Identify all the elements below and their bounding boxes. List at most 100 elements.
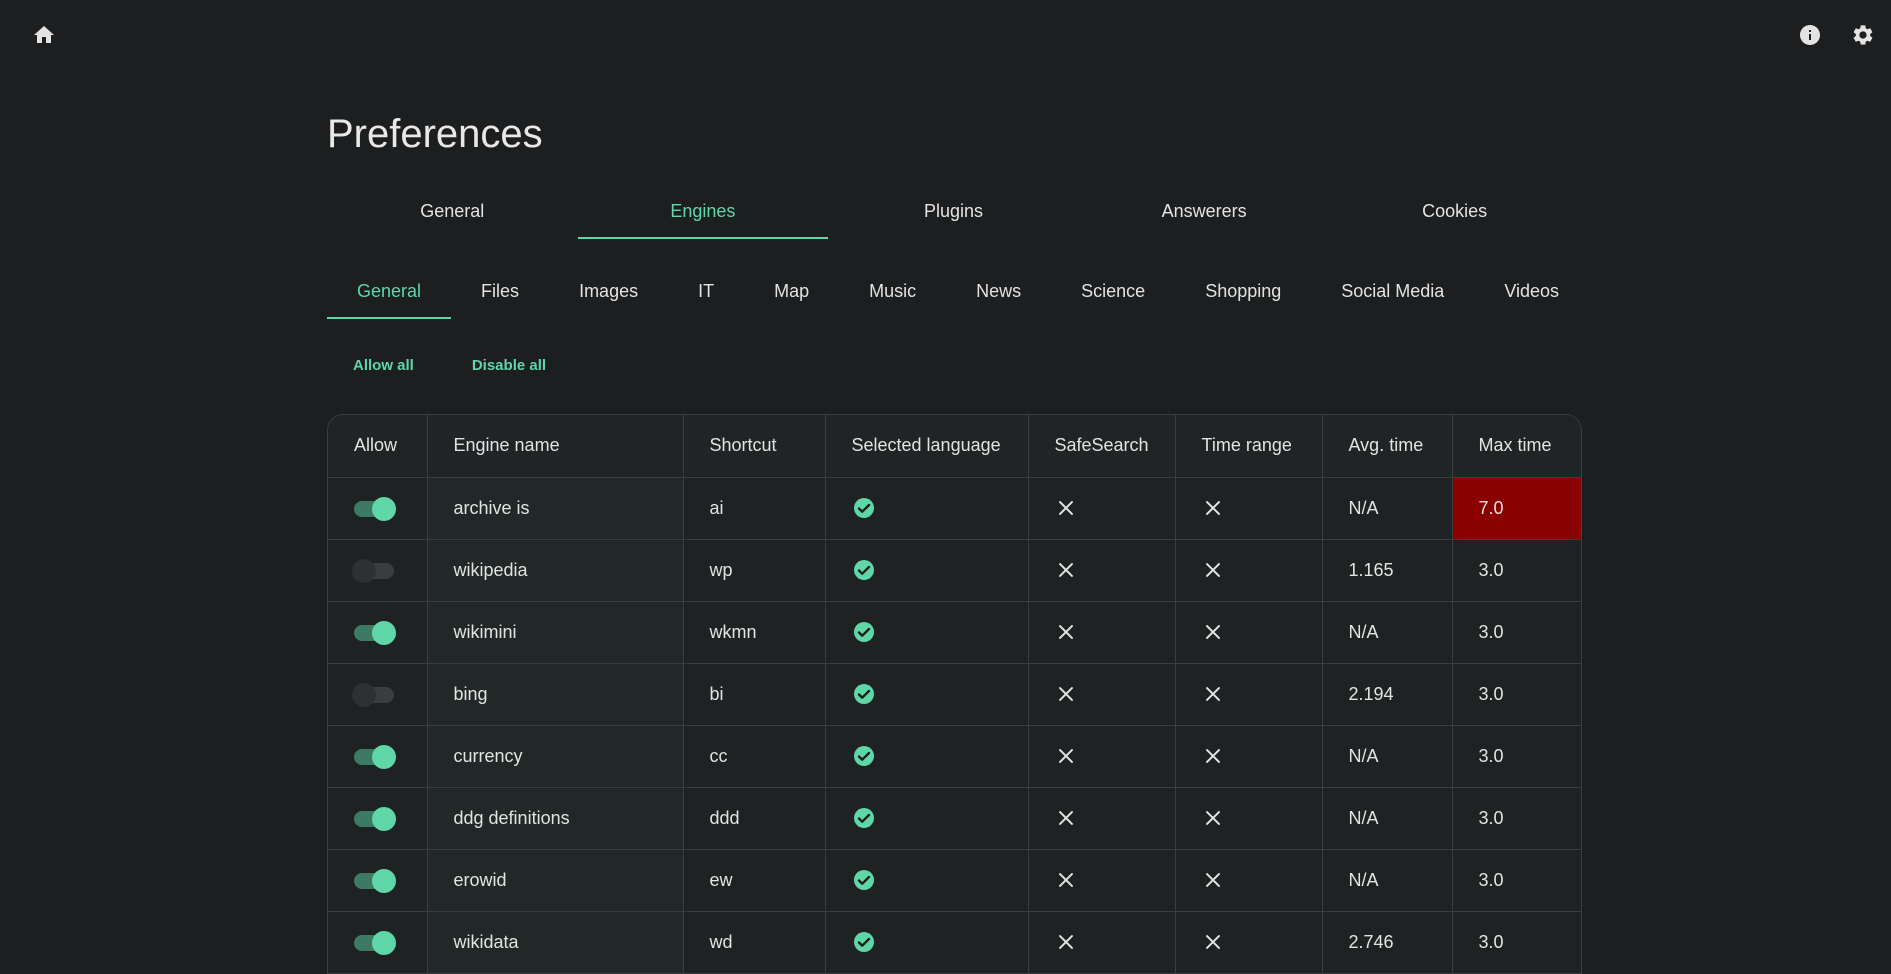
engine-toggle[interactable] (354, 496, 396, 521)
disable-all-button[interactable]: Disable all (446, 350, 572, 382)
cross-icon (1055, 683, 1077, 703)
time-range-cell (1175, 725, 1323, 788)
cross-icon (1055, 869, 1077, 889)
check-circle-icon (852, 745, 876, 766)
category-tab-general[interactable]: General (327, 265, 452, 319)
gear-icon[interactable] (1843, 15, 1883, 55)
category-tab-files[interactable]: Files (451, 265, 549, 319)
max-time: 3.0 (1452, 849, 1581, 912)
safesearch-cell (1028, 787, 1176, 850)
column-header-avg-time: Avg. time (1322, 415, 1453, 478)
main-tabs: General Engines Plugins Answerers Cookies (327, 185, 1580, 239)
time-range-cell (1175, 849, 1323, 912)
table-row: wikidata wd 2.746 3.0 (328, 911, 1581, 974)
column-header-safesearch: SafeSearch (1028, 415, 1176, 478)
avg-time: 1.165 (1322, 539, 1453, 602)
safesearch-cell (1028, 725, 1176, 788)
category-tab-news[interactable]: News (946, 265, 1051, 319)
tab-general[interactable]: General (327, 185, 578, 239)
cross-icon (1055, 621, 1077, 641)
tab-answerers[interactable]: Answerers (1079, 185, 1330, 239)
avg-time: N/A (1322, 601, 1453, 664)
engine-name: wikimini (427, 601, 684, 664)
table-row: currency cc N/A 3.0 (328, 725, 1581, 788)
engine-toggle[interactable] (354, 620, 396, 645)
cross-icon (1202, 807, 1224, 827)
check-circle-icon (852, 497, 876, 518)
max-time: 3.0 (1452, 663, 1581, 726)
category-tab-social-media[interactable]: Social Media (1311, 265, 1474, 319)
selected-language-cell (825, 601, 1029, 664)
engine-actions: Allow all Disable all (327, 350, 572, 382)
engine-shortcut: wkmn (683, 601, 826, 664)
safesearch-cell (1028, 477, 1176, 540)
category-tab-map[interactable]: Map (744, 265, 839, 319)
safesearch-cell (1028, 911, 1176, 974)
safesearch-cell (1028, 601, 1176, 664)
toggle-knob (372, 496, 396, 521)
column-header-selected-language: Selected language (825, 415, 1029, 478)
table-row: wikipedia wp 1.165 3.0 (328, 539, 1581, 602)
safesearch-cell (1028, 849, 1176, 912)
max-time: 3.0 (1452, 911, 1581, 974)
avg-time: 2.194 (1322, 663, 1453, 726)
allow-cell (328, 601, 428, 664)
category-tab-shopping[interactable]: Shopping (1175, 265, 1311, 319)
engine-toggle[interactable] (352, 558, 394, 583)
category-tab-music[interactable]: Music (839, 265, 946, 319)
time-range-cell (1175, 787, 1323, 850)
engine-name: ddg definitions (427, 787, 684, 850)
check-circle-icon (852, 559, 876, 580)
category-tab-science[interactable]: Science (1051, 265, 1175, 319)
table-row: ddg definitions ddd N/A 3.0 (328, 787, 1581, 850)
info-icon[interactable] (1790, 15, 1830, 55)
allow-cell (328, 911, 428, 974)
cross-icon (1055, 745, 1077, 765)
category-tab-videos[interactable]: Videos (1474, 265, 1589, 319)
column-header-engine-name: Engine name (427, 415, 684, 478)
tab-cookies[interactable]: Cookies (1329, 185, 1580, 239)
toggle-knob (372, 868, 396, 893)
category-tab-images[interactable]: Images (549, 265, 668, 319)
engine-toggle[interactable] (354, 930, 396, 955)
cross-icon (1202, 559, 1224, 579)
cross-icon (1202, 745, 1224, 765)
category-tab-it[interactable]: IT (668, 265, 744, 319)
column-header-time-range: Time range (1175, 415, 1323, 478)
check-circle-icon (852, 807, 876, 828)
allow-all-button[interactable]: Allow all (327, 350, 440, 382)
time-range-cell (1175, 477, 1323, 540)
tab-engines[interactable]: Engines (577, 185, 829, 239)
engine-toggle[interactable] (352, 682, 394, 707)
top-bar (0, 0, 1891, 70)
safesearch-cell (1028, 663, 1176, 726)
engine-toggle[interactable] (354, 868, 396, 893)
engine-category-tabs: General Files Images IT Map Music News Science S… (327, 265, 1589, 319)
engine-shortcut: ew (683, 849, 826, 912)
avg-time: 2.746 (1322, 911, 1453, 974)
column-header-shortcut: Shortcut (683, 415, 826, 478)
engine-toggle[interactable] (354, 744, 396, 769)
cross-icon (1202, 931, 1224, 951)
toggle-knob (352, 682, 376, 707)
engine-name: bing (427, 663, 684, 726)
engine-shortcut: ai (683, 477, 826, 540)
selected-language-cell (825, 849, 1029, 912)
tab-plugins[interactable]: Plugins (828, 185, 1079, 239)
engine-name: currency (427, 725, 684, 788)
engine-shortcut: wd (683, 911, 826, 974)
time-range-cell (1175, 911, 1323, 974)
engine-name: wikidata (427, 911, 684, 974)
table-header-row: Allow Engine name Shortcut Selected languag… (328, 415, 1581, 478)
check-circle-icon (852, 931, 876, 952)
engines-table-wrap: Allow Engine name Shortcut Selected languag… (327, 414, 1582, 974)
home-icon[interactable] (24, 15, 64, 55)
max-time: 7.0 (1452, 477, 1581, 540)
max-time: 3.0 (1452, 787, 1581, 850)
max-time: 3.0 (1452, 601, 1581, 664)
toggle-knob (372, 620, 396, 645)
selected-language-cell (825, 539, 1029, 602)
engine-toggle[interactable] (354, 806, 396, 831)
time-range-cell (1175, 601, 1323, 664)
allow-cell (328, 477, 428, 540)
